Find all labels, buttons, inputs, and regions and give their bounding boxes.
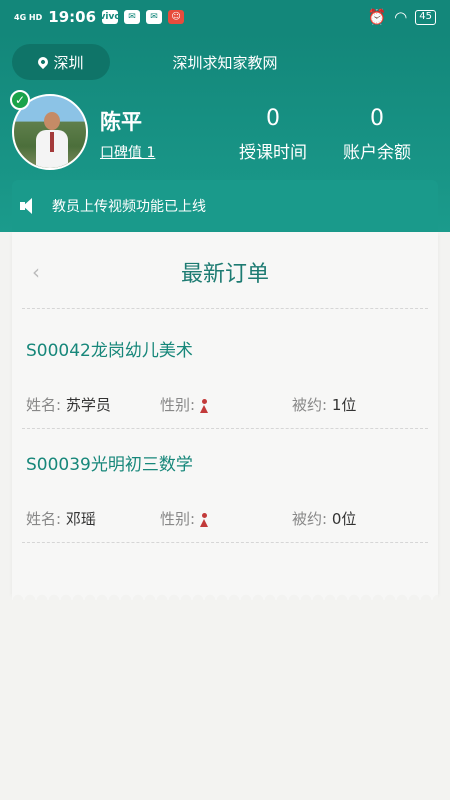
announcement-text: 教员上传视频功能已上线 [52,199,206,215]
name-label: 姓名: [26,396,62,414]
order-title[interactable]: S00039光明初三数学 [26,450,193,475]
card-title: 最新订单 [180,262,269,287]
mail-icon: ✉ [146,10,163,24]
wifi-icon: ◠ [394,8,408,26]
status-bar: 4G HD 19:06 vivo ✉ ✉ ☺ ⏰ ◠ 45 [0,0,450,34]
gender-label: 性别: [160,510,196,528]
avatar[interactable]: ✓ [10,90,88,170]
divider [22,428,428,429]
teaching-time-stat[interactable]: 0 授课时间 [228,106,318,163]
divider [22,542,428,543]
ticket-edge [12,588,438,600]
female-icon [199,512,209,527]
site-title: 深圳求知家教网 [172,54,278,72]
announcement-bar[interactable]: 教员上传视频功能已上线 [12,180,438,232]
booked-count: 0位 [331,510,357,528]
balance-value: 0 [370,106,384,131]
city-label: 深圳 [53,53,84,72]
name-label: 姓名: [26,510,62,528]
teaching-time-value: 0 [266,106,280,131]
gender-label: 性别: [160,396,196,414]
location-pin-icon [36,54,51,70]
latest-orders-card: ‹ 最新订单 S00042龙岗幼儿美术 姓名: 苏学员 性别: 被约: 1位 S… [12,232,438,594]
booked-label: 被约: [292,396,328,414]
booked-label: 被约: [292,510,328,528]
balance-label: 账户余额 [343,143,411,163]
rating-link[interactable]: 口碑值 1 [100,142,155,162]
student-name: 邓瑶 [65,510,96,528]
teaching-time-label: 授课时间 [239,143,307,163]
verified-check-icon: ✓ [10,90,30,110]
order-title[interactable]: S00042龙岗幼儿美术 [26,336,193,361]
battery-indicator: 45 [415,9,436,25]
divider [22,308,428,309]
balance-stat[interactable]: 0 账户余额 [332,106,422,163]
alarm-icon: ⏰ [367,8,387,26]
speaker-icon [20,197,34,215]
clock: 19:06 [48,8,97,26]
student-name: 苏学员 [65,396,111,414]
booked-count: 1位 [331,396,357,414]
female-icon [199,398,209,413]
network-indicator: 4G HD [14,12,43,22]
city-selector-button[interactable]: 深圳 [12,44,110,80]
user-name: 陈平 [100,110,142,134]
notification-icon: vivo [99,10,121,24]
mail-icon: ✉ [124,10,141,24]
app-notification-icon: ☺ [168,10,185,24]
